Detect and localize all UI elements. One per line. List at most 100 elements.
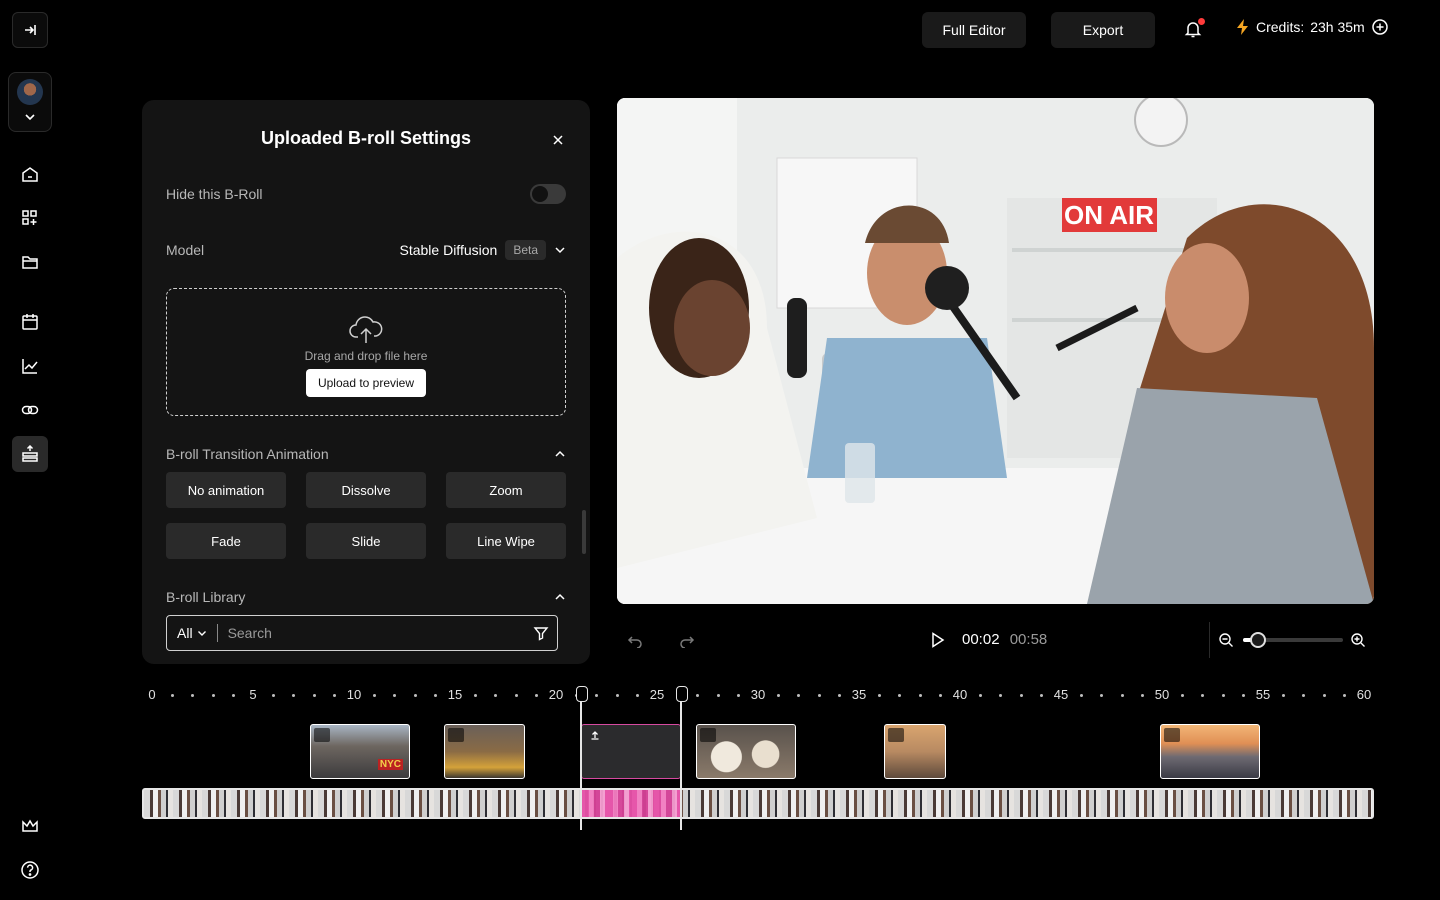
chevron-up-icon (555, 593, 565, 600)
crown-icon (22, 819, 38, 832)
ruler-tick-label: 45 (1053, 687, 1069, 702)
panel-title: Uploaded B-roll Settings (260, 128, 471, 148)
anim-dissolve-button[interactable]: Dissolve (306, 472, 426, 508)
link-icon (21, 405, 39, 415)
ruler-minor-tick (777, 694, 781, 697)
broll-clip-5[interactable] (884, 724, 946, 779)
credits-value: 23h 35m (1310, 19, 1365, 35)
collapse-sidebar-button[interactable] (12, 12, 48, 48)
library-section-header[interactable]: B-roll Library (166, 589, 566, 605)
zoom-out-icon[interactable] (1218, 632, 1234, 648)
full-editor-button[interactable]: Full Editor (922, 12, 1026, 48)
ruler-minor-tick (231, 694, 235, 697)
ruler-minor-tick (332, 694, 336, 697)
broll-clip-1[interactable]: NYC (310, 724, 410, 779)
magic-wand-icon (1164, 728, 1180, 742)
timeline-ruler[interactable]: 0 5 10 15 20 25 30 35 40 45 50 55 60 (142, 684, 1374, 704)
ruler-tick-label: 55 (1255, 687, 1271, 702)
ruler-minor-tick (1282, 694, 1286, 697)
video-preview[interactable]: ON AIR (617, 98, 1374, 604)
anim-slide-button[interactable]: Slide (306, 523, 426, 559)
credits-display: Credits: 23h 35m (1236, 18, 1389, 36)
library-search: All Search (166, 615, 558, 651)
ruler-minor-tick (716, 694, 720, 697)
magic-wand-icon (448, 728, 464, 742)
broll-settings-panel: Uploaded B-roll Settings Hide this B-Rol… (142, 100, 590, 664)
magic-wand-icon (700, 728, 716, 742)
ruler-minor-tick (1342, 694, 1346, 697)
ruler-minor-tick (595, 694, 599, 697)
anim-zoom-button[interactable]: Zoom (446, 472, 566, 508)
notifications-button[interactable] (1184, 18, 1205, 40)
ruler-minor-tick (1201, 694, 1205, 697)
upload-to-preview-button[interactable]: Upload to preview (305, 369, 427, 397)
anim-line-wipe-button[interactable]: Line Wipe (446, 523, 566, 559)
filter-value: All (177, 625, 193, 641)
nav-home[interactable] (12, 156, 48, 192)
ruler-minor-tick (373, 694, 377, 697)
dropzone-text: Drag and drop file here (304, 349, 428, 363)
zoom-slider-knob[interactable] (1250, 632, 1266, 648)
magic-wand-icon (888, 728, 904, 742)
filter-icon[interactable] (533, 625, 549, 641)
undo-icon[interactable] (627, 632, 643, 648)
export-button[interactable]: Export (1051, 12, 1155, 48)
selection-end-handle[interactable] (676, 686, 688, 830)
ruler-minor-tick (979, 694, 983, 697)
nav-calendar[interactable] (12, 304, 48, 340)
nav-help[interactable] (12, 852, 48, 888)
broll-clip-4[interactable] (696, 724, 796, 779)
anim-no-animation-button[interactable]: No animation (166, 472, 286, 508)
ruler-minor-tick (938, 694, 942, 697)
nav-premium[interactable] (12, 808, 48, 844)
player-controls: 00:02 00:58 (617, 622, 1374, 658)
play-icon[interactable] (931, 632, 945, 648)
ruler-minor-tick (211, 694, 215, 697)
avatar (17, 79, 43, 105)
broll-clip-6[interactable] (1160, 724, 1260, 779)
filter-dropdown[interactable]: All (167, 624, 218, 642)
podcast-scene-image: ON AIR (617, 98, 1374, 604)
zoom-in-icon[interactable] (1350, 632, 1366, 648)
lightning-icon (1237, 19, 1248, 35)
ruler-minor-tick (1302, 694, 1306, 697)
clip-label: NYC (377, 759, 403, 770)
nav-analytics[interactable] (12, 348, 48, 384)
model-select[interactable]: Stable Diffusion Beta (400, 240, 567, 260)
ruler-minor-tick (615, 694, 619, 697)
add-credits-icon[interactable] (1371, 18, 1389, 36)
redo-icon[interactable] (679, 632, 695, 648)
nav-broll[interactable] (12, 436, 48, 472)
selection-start-handle[interactable] (576, 686, 588, 830)
nav-files[interactable] (12, 244, 48, 280)
anim-fade-button[interactable]: Fade (166, 523, 286, 559)
ruler-minor-tick (696, 694, 700, 697)
cloud-upload-icon (349, 316, 383, 343)
nav-apps[interactable] (12, 200, 48, 236)
calendar-icon (22, 314, 38, 330)
credits-label: Credits: (1256, 19, 1305, 35)
ruler-minor-tick (878, 694, 882, 697)
transition-section-header[interactable]: B-roll Transition Animation (166, 446, 566, 462)
broll-clip-uploaded-selected[interactable] (581, 724, 681, 779)
upload-dropzone[interactable]: Drag and drop file here Upload to previe… (166, 288, 566, 416)
help-icon (21, 861, 39, 879)
magic-wand-icon (314, 728, 330, 742)
zoom-slider[interactable] (1243, 632, 1343, 648)
chevron-down-icon (25, 114, 35, 121)
close-button[interactable] (550, 132, 566, 148)
nav-links[interactable] (12, 392, 48, 428)
chevron-up-icon (555, 450, 565, 457)
time-display: 00:02 00:58 (962, 631, 1047, 648)
ruler-minor-tick (635, 694, 639, 697)
hide-broll-toggle[interactable] (530, 184, 566, 204)
ruler-minor-tick (312, 694, 316, 697)
panel-scrollbar[interactable] (582, 510, 586, 554)
account-switcher[interactable] (8, 72, 52, 132)
ruler-minor-tick (433, 694, 437, 697)
search-input[interactable]: Search (218, 625, 533, 641)
main-video-track[interactable] (142, 788, 1374, 819)
model-value: Stable Diffusion (399, 242, 498, 258)
broll-clip-2[interactable] (444, 724, 525, 779)
ruler-minor-tick (393, 694, 397, 697)
